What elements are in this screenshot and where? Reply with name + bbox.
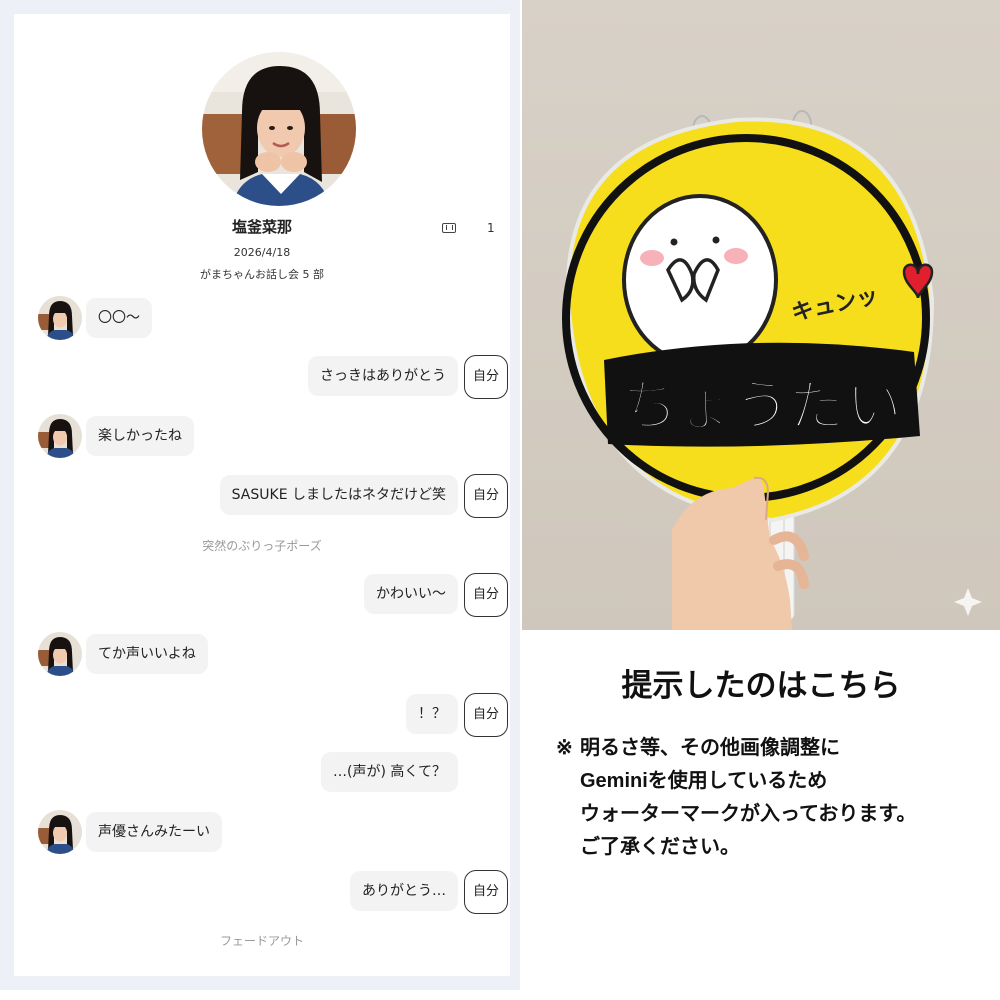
message-bubble: SASUKE しましたはネタだけど笑 [219, 475, 458, 515]
message-row: 声優さんみたーい [14, 808, 510, 856]
message-bubble: かわいい〜 [364, 574, 458, 614]
message-bubble: 楽しかったね [86, 416, 194, 456]
narration-note: フェードアウト [219, 934, 304, 948]
message-bubble: 〇〇〜 [86, 298, 152, 338]
self-tag: 自分 [464, 870, 508, 914]
self-tag: 自分 [464, 474, 508, 518]
message-bubble: 声優さんみたーい [86, 812, 222, 852]
self-tag: 自分 [464, 573, 508, 617]
narration-note: 突然のぶりっ子ポーズ [202, 539, 322, 553]
self-tag: 自分 [464, 693, 508, 737]
message-bubble: …(声が) 高くて？ [321, 752, 458, 792]
message-row: …(声が) 高くて？ [14, 748, 510, 796]
chat-frame: 塩釜菜那 1 2026/4/18 がまちゃんお話し会 5 部 〇〇〜 さっきはあ… [0, 0, 520, 990]
caption-title: 提示したのはこちら [621, 668, 901, 703]
note-mark: ※ [556, 737, 573, 759]
ticket-count: 1 [487, 221, 495, 235]
caption-note: ※ 明るさ等、その他画像調整に Geminiを使用しているため ウォーターマーク… [556, 732, 996, 864]
message-row: てか声いいよね [14, 630, 510, 678]
caption-note-line: ご了承ください。 [580, 836, 740, 858]
message-row: 〇〇〜 [14, 294, 510, 342]
message-bubble: ありがとう… [350, 871, 458, 911]
ticket-icon [442, 223, 456, 233]
message-row: SASUKE しましたはネタだけど笑 自分 [14, 471, 510, 519]
caption-note-line: Geminiを使用しているため [580, 770, 828, 792]
avatar[interactable] [38, 296, 82, 340]
chat-panel: 塩釜菜那 1 2026/4/18 がまちゃんお話し会 5 部 〇〇〜 さっきはあ… [14, 14, 510, 976]
session-date: 2026/4/18 [233, 246, 291, 259]
caption-note-line: 明るさ等、その他画像調整に [580, 737, 840, 759]
message-bubble: てか声いいよね [86, 634, 208, 674]
message-row: ！？ 自分 [14, 690, 510, 738]
message-row: ありがとう… 自分 [14, 867, 510, 915]
self-tag: 自分 [464, 355, 508, 399]
avatar[interactable] [38, 632, 82, 676]
message-bubble: ！？ [406, 694, 458, 734]
message-row: かわいい〜 自分 [14, 570, 510, 618]
caption-note-line: ウォーターマークが入っております。 [580, 803, 917, 825]
message-row: 楽しかったね [14, 412, 510, 460]
avatar[interactable] [38, 810, 82, 854]
uchiwa-fan-photo: キュンッ ちょうだい [522, 0, 1000, 630]
session-name: がまちゃんお話し会 5 部 [200, 268, 324, 281]
profile-name: 塩釜菜那 [231, 218, 292, 236]
message-bubble: さっきはありがとう [308, 356, 458, 396]
fan-main-text: ちょうだい [622, 374, 902, 439]
avatar[interactable] [38, 414, 82, 458]
profile-photo [202, 52, 356, 206]
message-row: さっきはありがとう 自分 [14, 352, 510, 400]
ticket-counter: 1 [442, 220, 512, 240]
